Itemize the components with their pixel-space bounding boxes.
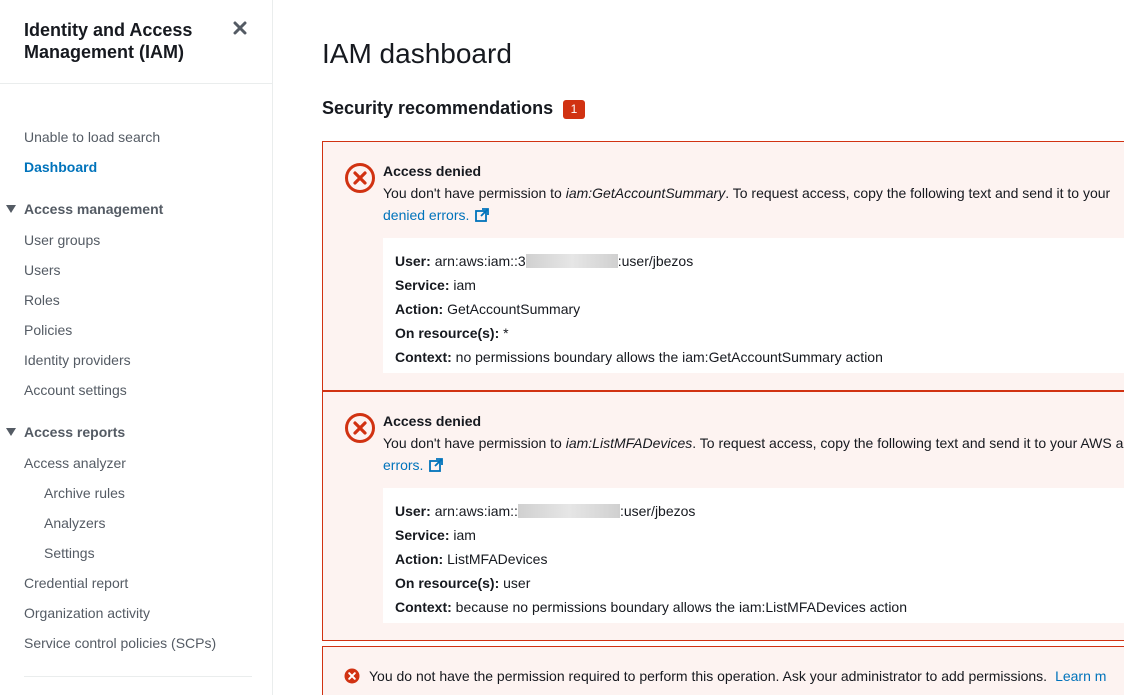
sidebar-title[interactable]: Identity and Access Management (IAM): [24, 19, 224, 63]
redacted-account-id: [525, 254, 618, 268]
side-navigation: Identity and Access Management (IAM) Una…: [0, 0, 273, 695]
sidebar-item-analyzers[interactable]: Analyzers: [44, 514, 105, 532]
alert-message: You don't have permission to iam:ListMFA…: [383, 435, 1124, 451]
caret-down-icon: [6, 428, 16, 436]
error-details-box: User: arn:aws:iam::3:user/jbezos Service…: [383, 238, 1124, 373]
sidebar-item-roles[interactable]: Roles: [24, 291, 60, 309]
permission-name: iam:ListMFADevices: [565, 435, 693, 451]
sidebar-divider: [24, 676, 252, 677]
detail-service: Service: iam: [395, 527, 476, 543]
alert-title: Access denied: [383, 413, 482, 429]
detail-action: Action: ListMFADevices: [395, 551, 548, 567]
sidebar-item-archive-rules[interactable]: Archive rules: [44, 484, 125, 502]
sidebar-item-account-settings[interactable]: Account settings: [24, 381, 127, 399]
permission-error-message: You do not have the permission required …: [369, 668, 1107, 684]
external-link-icon: [475, 208, 490, 222]
detail-resource: On resource(s): user: [395, 575, 531, 591]
section-label: Access reports: [24, 424, 126, 440]
close-icon[interactable]: [233, 20, 251, 38]
detail-service: Service: iam: [395, 277, 476, 293]
error-details-box: User: arn:aws:iam:::user/jbezos Service:…: [383, 488, 1124, 623]
error-circle-icon: [345, 163, 375, 193]
sidebar-item-users[interactable]: Users: [24, 261, 61, 279]
sidebar-item-policies[interactable]: Policies: [24, 321, 72, 339]
access-denied-alert: Access denied You don't have permission …: [322, 391, 1124, 641]
security-recommendations-heading: Security recommendations: [322, 98, 554, 118]
sidebar-item-credential-report[interactable]: Credential report: [24, 574, 128, 592]
detail-user: User: arn:aws:iam:::user/jbezos: [395, 503, 696, 519]
permission-name: iam:GetAccountSummary: [565, 185, 726, 201]
page-title: IAM dashboard: [322, 38, 512, 69]
access-denied-alert: Access denied You don't have permission …: [322, 141, 1124, 391]
section-access-management[interactable]: Access management: [6, 200, 163, 218]
detail-context: Context: because no permissions boundary…: [395, 599, 908, 615]
main-content: IAM dashboard Security recommendations 1…: [273, 0, 1124, 695]
error-circle-icon: [345, 413, 375, 443]
troubleshoot-link[interactable]: errors.: [383, 456, 444, 474]
alert-message: You don't have permission to iam:GetAcco…: [383, 185, 1111, 201]
section-access-reports[interactable]: Access reports: [6, 423, 125, 441]
detail-action: Action: GetAccountSummary: [395, 301, 581, 317]
caret-down-icon: [6, 205, 16, 213]
error-icon: [344, 668, 360, 684]
sidebar-item-dashboard[interactable]: Dashboard: [24, 158, 97, 176]
recommendation-count-badge: 1: [563, 100, 585, 119]
sidebar-item-scps[interactable]: Service control policies (SCPs): [24, 634, 216, 652]
troubleshoot-link[interactable]: denied errors.: [383, 206, 490, 224]
learn-more-link[interactable]: Learn m: [1055, 668, 1106, 684]
redacted-account-id: [517, 504, 620, 518]
sidebar-item-identity-providers[interactable]: Identity providers: [24, 351, 131, 369]
detail-user: User: arn:aws:iam::3:user/jbezos: [395, 253, 694, 269]
detail-context: Context: no permissions boundary allows …: [395, 349, 883, 365]
alert-title: Access denied: [383, 163, 482, 179]
detail-resource: On resource(s): *: [395, 325, 509, 341]
sidebar-item-settings[interactable]: Settings: [44, 544, 95, 562]
sidebar-item-organization-activity[interactable]: Organization activity: [24, 604, 150, 622]
external-link-icon: [429, 458, 444, 472]
permission-error-alert: You do not have the permission required …: [322, 646, 1124, 695]
section-label: Access management: [24, 201, 164, 217]
sidebar-item-user-groups[interactable]: User groups: [24, 231, 100, 249]
sidebar-header: Identity and Access Management (IAM): [0, 0, 272, 84]
search-status: Unable to load search: [24, 129, 161, 145]
sidebar-item-access-analyzer[interactable]: Access analyzer: [24, 454, 126, 472]
